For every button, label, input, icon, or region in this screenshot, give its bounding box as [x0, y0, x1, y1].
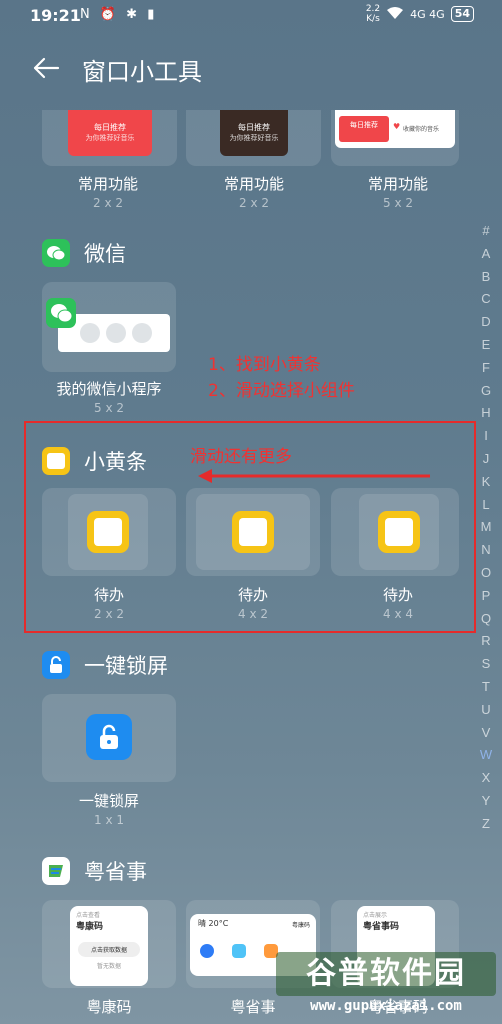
network-speed: 2.2 K/s — [365, 4, 381, 24]
widget-thumb: 每日推荐 为你推荐好音乐 — [220, 110, 288, 156]
widget-label: 粤康码 — [86, 998, 132, 1016]
widget-size: 4 x 2 — [238, 607, 268, 621]
yueshengshi-icon — [42, 857, 70, 885]
page-title: 窗口小工具 — [82, 58, 202, 86]
widget-label: 待办 — [93, 586, 124, 604]
alpha-index-letter[interactable]: O — [476, 562, 496, 585]
widget-size: 5 x 2 — [94, 401, 124, 415]
alpha-index-letter[interactable]: H — [476, 402, 496, 425]
alphabet-index[interactable]: # A B C D E F G H I J K L M N O P Q R S T U V W X Y Z — [476, 220, 496, 836]
widget-label: 常用功能 — [367, 175, 428, 193]
alpha-index-letter[interactable]: S — [476, 653, 496, 676]
widget-size: 2 x 2 — [93, 196, 123, 210]
widget-card-common-2[interactable]: 每日推荐 为你推荐好音乐 — [186, 110, 321, 166]
widget-card-todo-4x4[interactable] — [331, 488, 459, 576]
status-notification-icons: N ⏰ ✱ ▮ — [80, 7, 158, 22]
section-title: 微信 — [84, 242, 126, 266]
alpha-index-letter[interactable]: M — [476, 516, 496, 539]
alpha-index-letter[interactable]: Y — [476, 790, 496, 813]
annotation-step2: 2、滑动选择小组件 — [208, 381, 355, 401]
battery-icon: 54 — [450, 6, 474, 22]
section-header-yueshengshi: 粤省事 — [42, 856, 147, 886]
section-title: 小黄条 — [84, 450, 147, 474]
wifi-icon — [386, 6, 404, 23]
alpha-index-letter[interactable]: B — [476, 266, 496, 289]
back-arrow-icon — [33, 57, 60, 79]
widget-card-common-3[interactable]: 每日推荐 收藏你的音乐 ♥ — [331, 110, 459, 166]
status-right: 2.2 K/s 4G 4G 54 — [366, 4, 474, 24]
todo-icon — [87, 511, 129, 553]
widget-card-wechat-mini[interactable] — [42, 282, 176, 372]
widget-thumb: 点击查看 粤康码 点击获取数据 暂无数据 — [70, 906, 148, 986]
signal-icon: 4G 4G — [410, 7, 445, 21]
alpha-index-letter[interactable]: F — [476, 357, 496, 380]
alpha-index-letter[interactable]: Z — [476, 813, 496, 836]
widget-label: 一键锁屏 — [78, 792, 139, 810]
back-button[interactable] — [30, 52, 62, 84]
widget-label: 待办 — [237, 586, 268, 604]
alpha-index-letter[interactable]: V — [476, 722, 496, 745]
alpha-index-letter[interactable]: T — [476, 676, 496, 699]
alpha-index-letter[interactable]: L — [476, 494, 496, 517]
watermark-logo: 谷普软件园 www.gupuxiazai.com — [276, 952, 496, 1018]
section-header-lockscreen: 一键锁屏 — [42, 650, 168, 680]
annotation-swipe: 滑动还有更多 — [190, 447, 292, 467]
alpha-index-letter[interactable]: E — [476, 334, 496, 357]
widget-size: 1 x 1 — [94, 813, 124, 827]
swipe-arrow-icon — [196, 468, 432, 488]
alpha-index-letter[interactable]: # — [476, 220, 496, 243]
widget-label: 常用功能 — [223, 175, 284, 193]
section-header-xiaohuangtiao: 小黄条 — [42, 446, 147, 476]
alpha-index-letter[interactable]: W — [476, 744, 496, 767]
widget-size: 2 x 2 — [94, 607, 124, 621]
lock-app-icon — [42, 651, 70, 679]
wechat-small-icon — [46, 298, 76, 328]
widget-label: 常用功能 — [77, 175, 138, 193]
lock-icon — [86, 714, 132, 760]
header: 窗口小工具 — [0, 46, 502, 90]
todo-icon — [378, 511, 420, 553]
alpha-index-letter[interactable]: K — [476, 471, 496, 494]
widget-thumb: 每日推荐 收藏你的音乐 ♥ — [335, 110, 455, 148]
widget-card-todo-4x2[interactable] — [186, 488, 320, 576]
widget-card-yuekangma[interactable]: 点击查看 粤康码 点击获取数据 暂无数据 — [42, 900, 176, 988]
widget-size: 4 x 4 — [383, 607, 413, 621]
section-header-wechat: 微信 — [42, 238, 126, 268]
widget-card-common-1[interactable]: 每日推荐 为你推荐好音乐 — [42, 110, 177, 166]
alpha-index-letter[interactable]: P — [476, 585, 496, 608]
section-title: 粤省事 — [84, 860, 147, 884]
alpha-index-letter[interactable]: Q — [476, 608, 496, 631]
alpha-index-letter[interactable]: C — [476, 288, 496, 311]
widget-card-todo-2x2[interactable] — [42, 488, 176, 576]
status-time: 19:21 — [30, 6, 81, 25]
alpha-index-letter[interactable]: G — [476, 380, 496, 403]
wechat-icon — [42, 239, 70, 267]
alpha-index-letter[interactable]: J — [476, 448, 496, 471]
widget-size: 2 x 2 — [239, 196, 269, 210]
widget-label: 待办 — [382, 586, 413, 604]
heart-icon: ♥ — [393, 122, 401, 131]
section-title: 一键锁屏 — [84, 654, 168, 678]
todo-icon — [232, 511, 274, 553]
alpha-index-letter[interactable]: U — [476, 699, 496, 722]
annotation-step1: 1、找到小黄条 — [208, 355, 321, 375]
alpha-index-letter[interactable]: D — [476, 311, 496, 334]
alpha-index-letter[interactable]: N — [476, 539, 496, 562]
alpha-index-letter[interactable]: X — [476, 767, 496, 790]
xiaohuangtiao-icon — [42, 447, 70, 475]
status-bar: 19:21 N ⏰ ✱ ▮ 2.2 K/s 4G 4G 54 — [0, 0, 502, 32]
widget-size: 5 x 2 — [383, 196, 413, 210]
alpha-index-letter[interactable]: R — [476, 630, 496, 653]
widget-label: 我的微信小程序 — [56, 380, 162, 398]
widget-thumb: 每日推荐 为你推荐好音乐 — [68, 110, 152, 156]
alpha-index-letter[interactable]: I — [476, 425, 496, 448]
alpha-index-letter[interactable]: A — [476, 243, 496, 266]
widget-card-lockscreen[interactable] — [42, 694, 176, 782]
